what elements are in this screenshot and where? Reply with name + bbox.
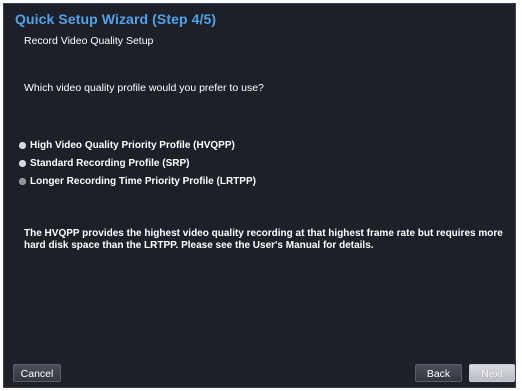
option-label: Longer Recording Time Priority Profile (…	[30, 175, 256, 187]
radio-dot-icon[interactable]	[19, 141, 26, 149]
option-hvqpp[interactable]: High Video Quality Priority Profile (HVQ…	[19, 136, 256, 154]
wizard-window: Quick Setup Wizard (Step 4/5) Record Vid…	[3, 3, 516, 388]
radio-dot-icon[interactable]	[19, 159, 26, 167]
radio-dot-icon[interactable]	[19, 177, 26, 185]
question-text: Which video quality profile would you pr…	[24, 82, 264, 94]
wizard-title: Quick Setup Wizard (Step 4/5)	[15, 11, 217, 27]
profile-description: The HVQPP provides the highest video qua…	[24, 228, 503, 251]
back-button[interactable]: Back	[415, 364, 462, 382]
wizard-subtitle: Record Video Quality Setup	[24, 35, 154, 47]
next-button[interactable]: Next	[469, 364, 515, 382]
profile-options: High Video Quality Priority Profile (HVQ…	[19, 136, 256, 190]
option-label: High Video Quality Priority Profile (HVQ…	[30, 139, 235, 151]
cancel-button[interactable]: Cancel	[13, 364, 61, 382]
option-label: Standard Recording Profile (SRP)	[30, 157, 190, 169]
option-lrtpp[interactable]: Longer Recording Time Priority Profile (…	[19, 172, 256, 190]
option-srp[interactable]: Standard Recording Profile (SRP)	[19, 154, 256, 172]
